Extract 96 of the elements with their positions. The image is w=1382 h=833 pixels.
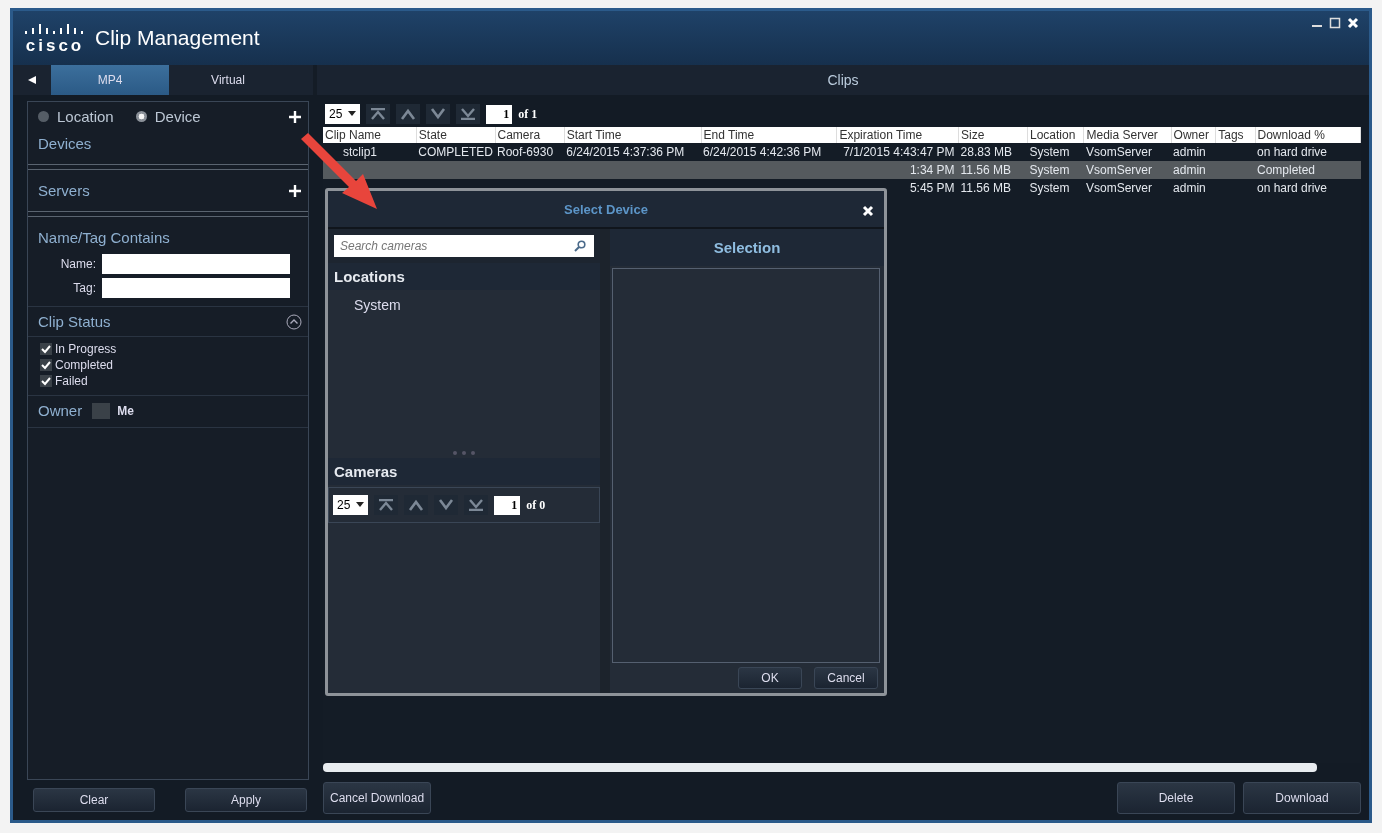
table-cell: 28.83 MB bbox=[960, 145, 1012, 159]
column-header[interactable]: Start Time bbox=[564, 127, 702, 143]
column-header[interactable]: Tags bbox=[1215, 127, 1255, 143]
input-field[interactable] bbox=[102, 254, 290, 274]
checkmark-icon bbox=[40, 375, 52, 387]
table-cell: stclip1 bbox=[343, 145, 377, 159]
dialog-button[interactable]: Cancel bbox=[814, 667, 878, 689]
action-button[interactable]: Apply bbox=[185, 788, 307, 812]
previous-page-icon[interactable] bbox=[396, 104, 421, 124]
action-button[interactable]: Clear bbox=[33, 788, 155, 812]
table-cell: admin bbox=[1173, 181, 1206, 195]
search-field[interactable]: Search cameras bbox=[334, 235, 594, 257]
input-field[interactable] bbox=[102, 278, 290, 298]
section-header: Owner bbox=[37, 401, 84, 421]
page-size-dropdown[interactable]: 25 bbox=[325, 104, 361, 124]
table-cell: Roof-6930 bbox=[497, 145, 554, 159]
table-cell: VsomServer bbox=[1085, 145, 1152, 159]
checkbox-option[interactable]: Failed bbox=[40, 373, 296, 389]
table-cell: 11.56 MB bbox=[960, 181, 1012, 195]
caret-icon bbox=[356, 502, 365, 508]
page-size-dropdown[interactable]: 25 bbox=[333, 495, 369, 515]
page-count: of 1 bbox=[518, 106, 538, 122]
table-cell: 5:45 PM bbox=[909, 181, 955, 195]
column-header[interactable]: Camera bbox=[495, 127, 565, 143]
column-header[interactable]: Media Server bbox=[1083, 127, 1172, 143]
table-cell: admin bbox=[1173, 145, 1206, 159]
table-cell: System bbox=[1029, 163, 1070, 177]
column-header[interactable]: End Time bbox=[701, 127, 837, 143]
table-cell: System bbox=[1029, 145, 1070, 159]
column-header[interactable]: Clip Name bbox=[323, 127, 417, 143]
section-header: Locations bbox=[328, 263, 600, 290]
action-button[interactable]: Download bbox=[1243, 782, 1361, 814]
dialog-title: Select Device bbox=[564, 201, 648, 217]
first-page-icon[interactable] bbox=[374, 495, 399, 515]
close-icon[interactable] bbox=[1347, 17, 1359, 29]
checkbox-option[interactable]: In Progress bbox=[40, 341, 296, 357]
column-header[interactable]: State bbox=[416, 127, 495, 143]
column-header[interactable]: Size bbox=[958, 127, 1028, 143]
table-cell: 11.56 MB bbox=[960, 163, 1012, 177]
field-label: Tag: bbox=[72, 281, 96, 295]
page-number-field[interactable]: 1 bbox=[486, 104, 513, 124]
section-header: Clip Status bbox=[37, 312, 112, 332]
table-cell: System bbox=[1029, 181, 1070, 195]
page-count: of 0 bbox=[526, 497, 546, 513]
field-label: Name: bbox=[59, 257, 96, 271]
checkmark-icon bbox=[40, 359, 52, 371]
next-page-icon[interactable] bbox=[426, 104, 451, 124]
tab[interactable]: MP4 bbox=[51, 65, 169, 95]
splitter-handle-icon[interactable] bbox=[451, 450, 477, 456]
clips-header: Clips bbox=[317, 65, 1369, 95]
caret-icon bbox=[348, 111, 357, 117]
search-icon[interactable] bbox=[574, 240, 586, 252]
add-icon[interactable] bbox=[288, 109, 302, 124]
tab[interactable]: Virtual bbox=[169, 65, 287, 95]
table-cell: on hard drive bbox=[1257, 145, 1328, 159]
tree-item[interactable]: System bbox=[354, 297, 401, 313]
section-header: Selection bbox=[610, 229, 884, 266]
action-button[interactable]: Cancel Download bbox=[323, 782, 432, 814]
collapse-icon[interactable] bbox=[286, 313, 302, 330]
last-page-icon[interactable] bbox=[456, 104, 481, 124]
table-cell: 1:34 PM bbox=[909, 163, 955, 177]
close-icon[interactable] bbox=[862, 205, 874, 217]
radio-option[interactable]: Location bbox=[38, 108, 114, 125]
table-cell: admin bbox=[1173, 163, 1206, 177]
column-header[interactable]: Location bbox=[1027, 127, 1084, 143]
table-cell: Completed bbox=[1257, 163, 1316, 177]
previous-page-icon[interactable] bbox=[404, 495, 429, 515]
table-cell: 6/24/2015 4:37:36 PM bbox=[566, 145, 685, 159]
table-cell: VsomServer bbox=[1085, 181, 1152, 195]
table-cell: on hard drive bbox=[1257, 181, 1328, 195]
table-cell: VsomServer bbox=[1085, 163, 1152, 177]
section-header: Cameras bbox=[328, 458, 600, 485]
radio-option[interactable]: Device bbox=[135, 108, 201, 125]
column-header[interactable]: Download % bbox=[1255, 127, 1361, 143]
column-header[interactable]: Owner bbox=[1171, 127, 1216, 143]
first-page-icon[interactable] bbox=[366, 104, 391, 124]
table-cell: 6/24/2015 4:42:36 PM bbox=[703, 145, 822, 159]
checkbox-option[interactable]: Completed bbox=[40, 357, 296, 373]
next-page-icon[interactable] bbox=[434, 495, 459, 515]
section-header: Name/Tag Contains bbox=[37, 228, 171, 248]
maximize-icon[interactable] bbox=[1329, 17, 1341, 29]
checkbox-option[interactable]: Me bbox=[92, 402, 134, 419]
page-number-field[interactable]: 1 bbox=[494, 495, 521, 515]
window-title: Clip Management bbox=[95, 26, 260, 50]
scrollbar[interactable] bbox=[323, 763, 1317, 772]
table-cell: 7/1/2015 4:43:47 PM bbox=[843, 145, 955, 159]
last-page-icon[interactable] bbox=[464, 495, 489, 515]
checkmark-icon bbox=[40, 343, 52, 355]
table-cell: COMPLETED bbox=[418, 145, 493, 159]
logo-text: cisco bbox=[25, 37, 85, 54]
add-icon[interactable] bbox=[288, 183, 302, 198]
column-header[interactable]: Expiration Time bbox=[836, 127, 959, 143]
section-header: Devices bbox=[37, 134, 93, 154]
dialog-button[interactable]: OK bbox=[738, 667, 802, 689]
action-button[interactable]: Delete bbox=[1117, 782, 1235, 814]
section-header: Servers bbox=[37, 181, 91, 201]
